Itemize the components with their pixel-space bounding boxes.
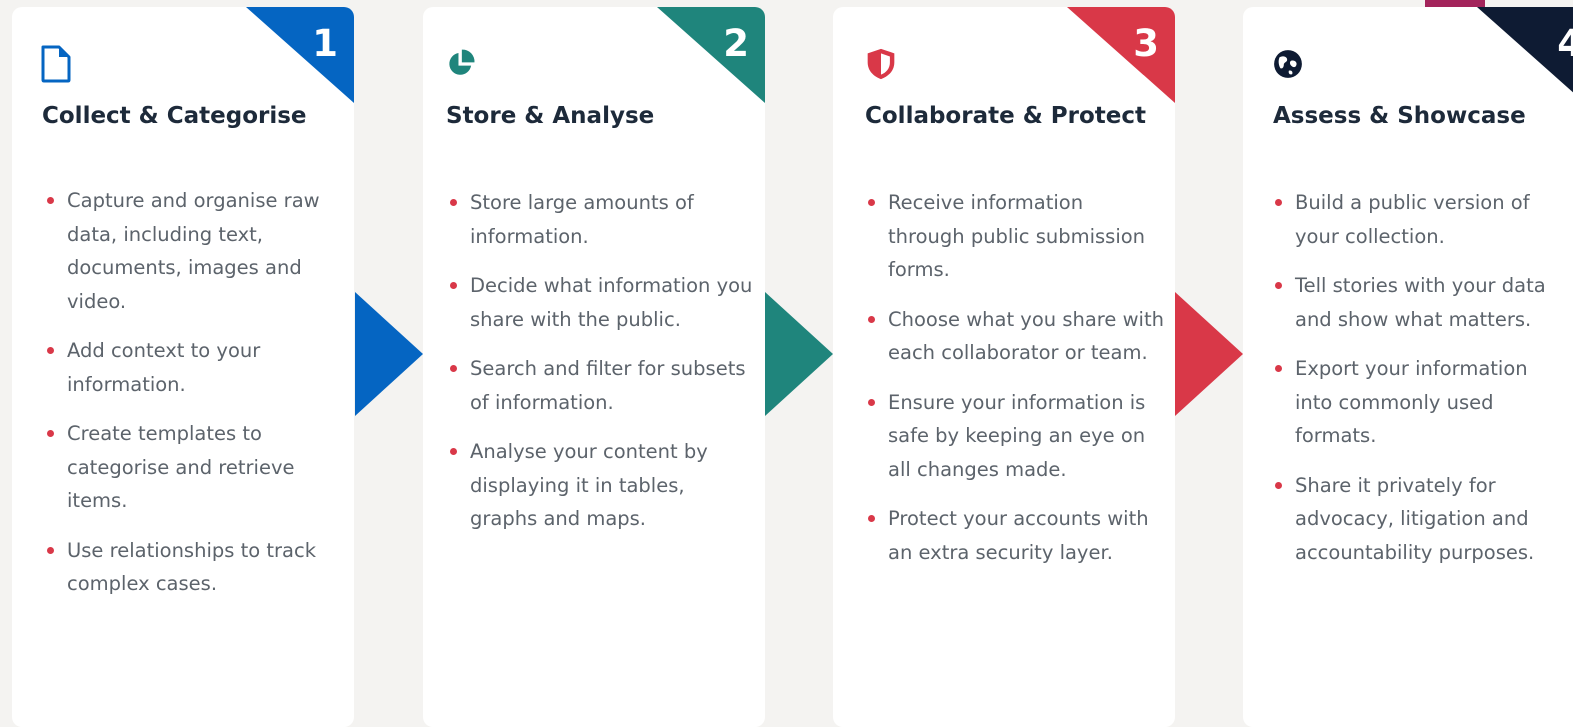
list-item: Tell stories with your data and show wha…: [1271, 269, 1571, 336]
step-2-list: Store large amounts of information. Deci…: [446, 186, 756, 552]
list-item: Search and filter for subsets of informa…: [446, 352, 756, 419]
step-4-title: Assess & Showcase: [1273, 103, 1526, 129]
globe-icon: [1274, 50, 1302, 78]
list-item: Protect your accounts with an extra secu…: [864, 502, 1164, 569]
list-item: Ensure your information is safe by keepi…: [864, 386, 1164, 487]
step-arrow-3: [1175, 292, 1243, 416]
step-1-list: Capture and organise raw data, including…: [43, 184, 348, 617]
list-item: Share it privately for advocacy, litigat…: [1271, 469, 1571, 570]
step-2-title: Store & Analyse: [446, 103, 655, 129]
page: { "colors": { "background": "#f4f3f1", "…: [0, 0, 1573, 727]
step-1-title: Collect & Categorise: [42, 103, 307, 129]
list-item: Use relationships to track complex cases…: [43, 534, 348, 601]
edge-accent: [1425, 0, 1485, 7]
step-card-1: 1 Collect & Categorise Capture and organ…: [12, 7, 354, 727]
list-item: Receive information through public submi…: [864, 186, 1164, 287]
step-card-3: 3 Collaborate & Protect Receive informat…: [833, 7, 1175, 727]
step-3-number: 3: [1133, 22, 1159, 65]
step-arrow-2: [765, 292, 833, 416]
step-4-list: Build a public version of your collectio…: [1271, 186, 1571, 585]
list-item: Analyse your content by displaying it in…: [446, 435, 756, 536]
list-item: Create templates to categorise and retri…: [43, 417, 348, 518]
shield-icon: [867, 48, 895, 80]
step-1-number: 1: [312, 22, 338, 65]
step-4-number: 4: [1557, 22, 1573, 65]
document-icon: [41, 45, 71, 83]
step-card-2: 2 Store & Analyse Store large amounts of…: [423, 7, 765, 727]
step-3-list: Receive information through public submi…: [864, 186, 1164, 585]
list-item: Capture and organise raw data, including…: [43, 184, 348, 318]
list-item: Build a public version of your collectio…: [1271, 186, 1571, 253]
step-card-4: 4 Assess & Showcase Build a public versi…: [1243, 7, 1573, 727]
list-item: Store large amounts of information.: [446, 186, 756, 253]
pie-chart-icon: [449, 49, 475, 75]
list-item: Add context to your information.: [43, 334, 348, 401]
list-item: Choose what you share with each collabor…: [864, 303, 1164, 370]
step-arrow-1: [355, 292, 423, 416]
step-3-title: Collaborate & Protect: [865, 103, 1146, 129]
step-2-number: 2: [723, 22, 749, 65]
list-item: Decide what information you share with t…: [446, 269, 756, 336]
list-item: Export your information into commonly us…: [1271, 352, 1571, 453]
